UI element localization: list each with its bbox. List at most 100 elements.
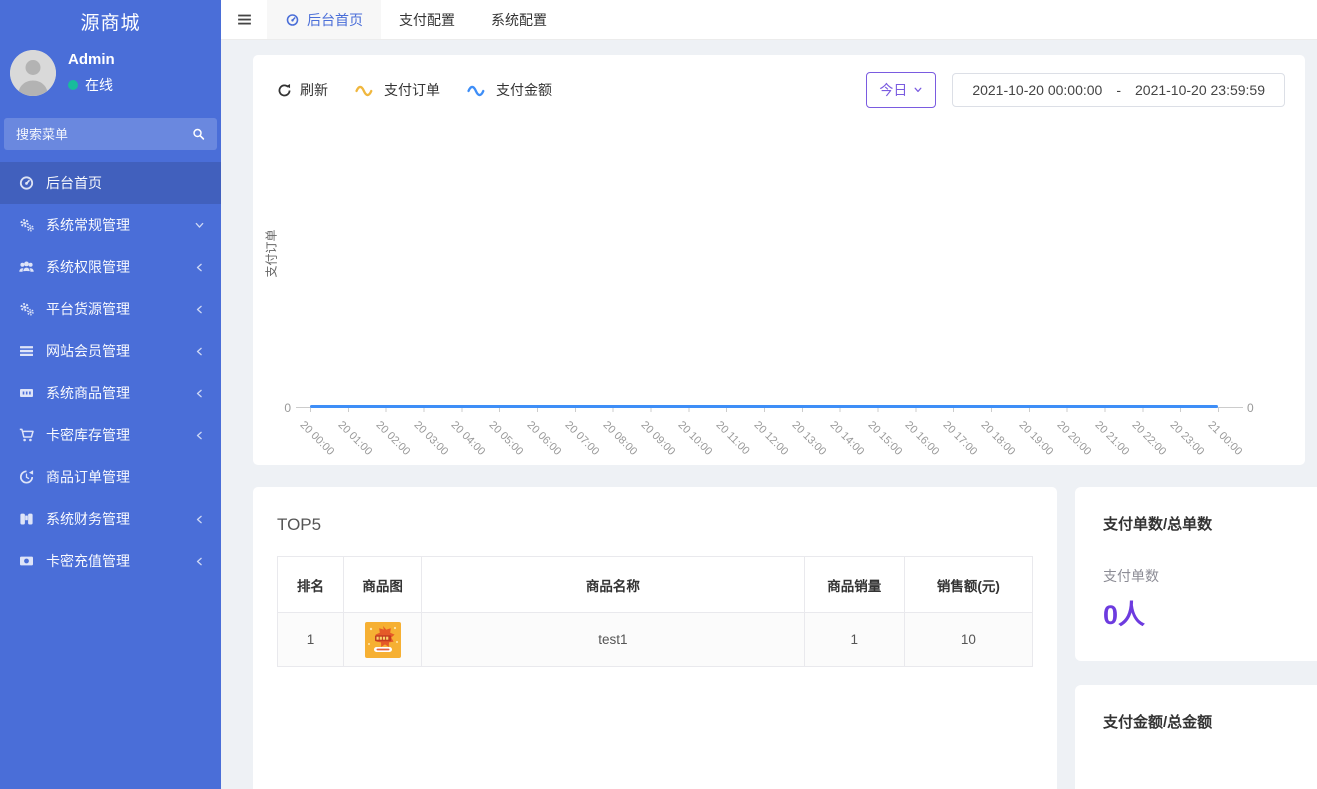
x-tick-label: 20 02:00 [373, 419, 412, 458]
cell-sales: 1 [804, 613, 904, 667]
sidebar-item-label: 卡密充值管理 [46, 551, 183, 571]
list-icon [18, 343, 35, 359]
cogs-icon [18, 301, 35, 317]
sidebar-item[interactable]: 网站会员管理 [0, 330, 221, 372]
gauge-icon [285, 13, 300, 27]
user-name: Admin [68, 51, 115, 68]
series-line-payment-amount [310, 405, 1218, 408]
x-tick-label: 20 11:00 [714, 419, 752, 457]
x-tick-label: 20 17:00 [941, 419, 980, 458]
x-tick-label: 20 21:00 [1092, 419, 1131, 458]
table-header-cell: 商品销量 [804, 557, 904, 613]
y-tick-left: 0 [271, 401, 291, 415]
hamburger-icon [236, 11, 253, 28]
tab-label: 后台首页 [307, 10, 363, 30]
cell-product-image [344, 613, 422, 667]
gauge-icon [18, 175, 35, 191]
refresh-button[interactable]: 刷新 [277, 80, 328, 100]
x-tick-label: 20 13:00 [789, 419, 828, 458]
top5-title: TOP5 [253, 487, 1057, 535]
sidebar-item-label: 卡密库存管理 [46, 425, 183, 445]
sidebar-item[interactable]: 后台首页 [0, 162, 221, 204]
sidebar-item[interactable]: 卡密库存管理 [0, 414, 221, 456]
cell-rank: 1 [278, 613, 344, 667]
sidebar-item[interactable]: 平台货源管理 [0, 288, 221, 330]
sidebar-item-label: 平台货源管理 [46, 299, 183, 319]
payment-chart-card: 刷新 支付订单支付金额 今日 2021-10-20 00:00:00 - 202… [253, 55, 1305, 465]
x-tick-label: 20 00:00 [298, 419, 337, 458]
tab-item[interactable]: 支付配置 [381, 0, 473, 39]
stat-value: 0人 [1075, 586, 1317, 632]
x-tick-label: 20 23:00 [1168, 419, 1207, 458]
x-tick-label: 21 00:00 [1206, 419, 1245, 458]
user-panel: Admin 在线 [0, 36, 221, 100]
tab-label: 系统配置 [491, 10, 547, 30]
sidebar-item[interactable]: 系统商品管理 [0, 372, 221, 414]
main-area: 后台首页支付配置系统配置 刷新 支付订单支付金额 今日 [221, 0, 1317, 789]
x-tick-label: 20 09:00 [638, 419, 677, 458]
x-tick-label: 20 20:00 [1054, 419, 1093, 458]
top5-table: 排名商品图商品名称商品销量销售额(元) 1test1110 [277, 556, 1033, 667]
x-tick-label: 20 12:00 [752, 419, 791, 458]
users-icon [18, 259, 35, 275]
x-tick-label: 20 08:00 [600, 419, 639, 458]
tab-active[interactable]: 后台首页 [267, 0, 381, 39]
date-separator: - [1116, 82, 1121, 98]
x-tick-label: 20 15:00 [865, 419, 904, 458]
top5-card: TOP5 排名商品图商品名称商品销量销售额(元) 1test1110 [253, 487, 1057, 789]
x-tick-label: 20 14:00 [827, 419, 866, 458]
table-header-cell: 商品图 [344, 557, 422, 613]
sidebar-item-label: 后台首页 [46, 173, 205, 193]
x-tick-label: 20 06:00 [525, 419, 564, 458]
sidebar-item[interactable]: 系统常规管理 [0, 204, 221, 246]
legend-item[interactable]: 支付订单 [354, 80, 440, 100]
sidebar-item-label: 系统权限管理 [46, 257, 183, 277]
sidebar-toggle-button[interactable] [221, 0, 267, 39]
history-icon [18, 469, 35, 485]
date-range-preset-button[interactable]: 今日 [866, 72, 936, 108]
table-header-cell: 销售额(元) [904, 557, 1032, 613]
stat-card-order-count: 支付单数/总单数 支付单数 0人 [1075, 487, 1317, 661]
legend-label: 支付金额 [496, 80, 552, 100]
chart-legend: 支付订单 支付金额 [354, 80, 552, 100]
sidebar-item-label: 系统财务管理 [46, 509, 183, 529]
sidebar-item-label: 网站会员管理 [46, 341, 183, 361]
range-preset-label: 今日 [879, 80, 907, 100]
sidebar-item[interactable]: 系统财务管理 [0, 498, 221, 540]
tab-label: 支付配置 [399, 10, 455, 30]
chevron-down-icon [194, 220, 205, 231]
stat-card-payment-amount: 支付金额/总金额 [1075, 685, 1317, 789]
card-icon [18, 385, 35, 401]
y-axis-label-left: 支付订单 [263, 230, 280, 278]
legend-item[interactable]: 支付金额 [466, 80, 552, 100]
y-axis-label-right: 支付金额 [1303, 230, 1306, 278]
x-tick-label: 20 22:00 [1130, 419, 1169, 458]
date-end: 2021-10-20 23:59:59 [1135, 82, 1265, 98]
stat-title: 支付金额/总金额 [1075, 685, 1317, 732]
search-icon[interactable] [192, 127, 205, 141]
stat-label: 支付单数 [1075, 534, 1317, 586]
chevron-left-icon [194, 346, 205, 357]
chevron-left-icon [194, 556, 205, 567]
refresh-label: 刷新 [300, 80, 328, 100]
date-range-input[interactable]: 2021-10-20 00:00:00 - 2021-10-20 23:59:5… [952, 73, 1285, 107]
tab-item[interactable]: 系统配置 [473, 0, 565, 39]
x-tick-label: 20 16:00 [903, 419, 942, 458]
table-header-cell: 排名 [278, 557, 344, 613]
chevron-down-icon [913, 85, 923, 95]
stat-title: 支付单数/总单数 [1075, 487, 1317, 534]
x-tick-label: 20 18:00 [979, 419, 1018, 458]
chart-header: 刷新 支付订单 支付金额 今日 2021-10-20 00:00:00 - 202… [253, 55, 1305, 108]
admin-dashboard: 源商城 Admin 在线 后台首页系统常规管理系统权限管理平台货源管理网站会员管… [0, 0, 1317, 789]
avatar[interactable] [10, 50, 56, 96]
table-row: 1test1110 [278, 613, 1033, 667]
app-logo: 源商城 [0, 0, 221, 36]
sidebar-item[interactable]: 商品订单管理 [0, 456, 221, 498]
sidebar-menu: 后台首页系统常规管理系统权限管理平台货源管理网站会员管理系统商品管理卡密库存管理… [0, 162, 221, 582]
sidebar-item[interactable]: 系统权限管理 [0, 246, 221, 288]
sidebar-item[interactable]: 卡密充值管理 [0, 540, 221, 582]
search-input[interactable] [16, 127, 192, 142]
wave-icon [466, 83, 488, 97]
cell-amount: 10 [904, 613, 1032, 667]
date-start: 2021-10-20 00:00:00 [972, 82, 1102, 98]
